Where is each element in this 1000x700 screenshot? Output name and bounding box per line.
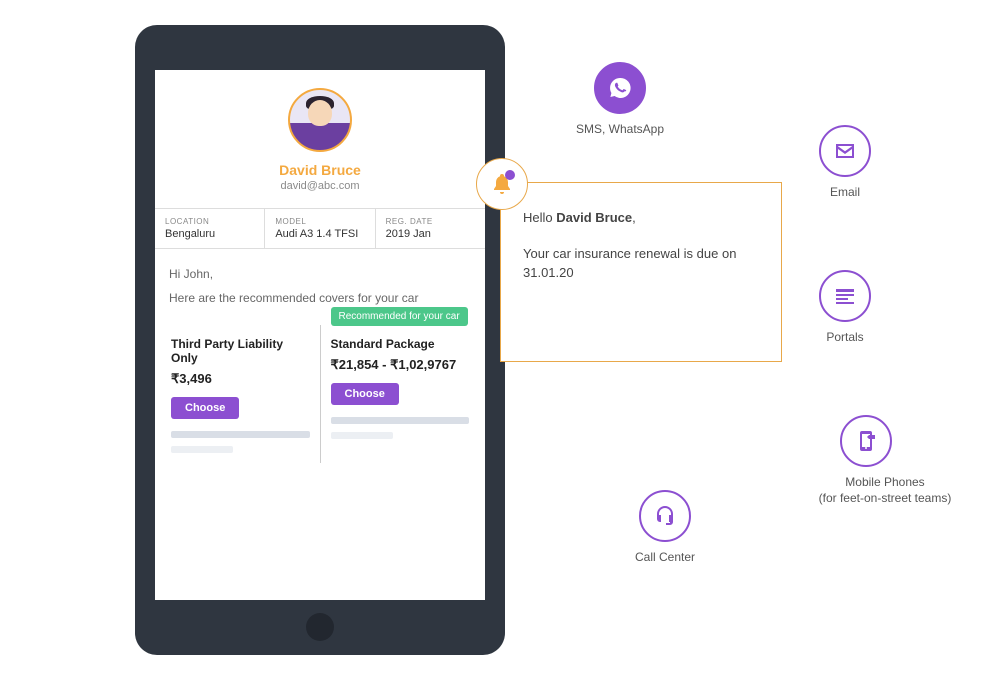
channel-sms: SMS, WhatsApp bbox=[560, 62, 680, 138]
message-greeting: Hi John, bbox=[169, 267, 471, 281]
info-cell-model: MODEL Audi A3 1.4 TFSI bbox=[265, 209, 375, 248]
whatsapp-icon bbox=[594, 62, 646, 114]
channel-label: Mobile Phones (for feet-on-street teams) bbox=[790, 475, 980, 506]
profile-name: David Bruce bbox=[155, 162, 485, 178]
package-price: ₹21,854 - ₹1,02,9767 bbox=[331, 357, 470, 373]
channel-mobile: Mobile Phones (for feet-on-street teams) bbox=[790, 415, 980, 506]
notification-body: Your car insurance renewal is due on 31.… bbox=[523, 246, 736, 279]
channel-label: Portals bbox=[805, 330, 885, 346]
notification-bell[interactable] bbox=[476, 158, 528, 210]
regdate-value: 2019 Jan bbox=[386, 228, 475, 240]
choose-button[interactable]: Choose bbox=[331, 383, 399, 405]
package-badge: Recommended for your car bbox=[331, 307, 468, 326]
placeholder-line bbox=[171, 431, 310, 438]
tablet-frame: David Bruce david@abc.com LOCATION Benga… bbox=[135, 25, 505, 655]
home-button[interactable] bbox=[306, 613, 334, 641]
packages-row: Third Party Liability Only ₹3,496 Choose… bbox=[155, 325, 485, 463]
package-card: Third Party Liability Only ₹3,496 Choose bbox=[161, 325, 320, 463]
notification-popup: Hello David Bruce, Your car insurance re… bbox=[500, 182, 782, 362]
choose-button[interactable]: Choose bbox=[171, 397, 239, 419]
message-body: Here are the recommended covers for your… bbox=[169, 291, 471, 305]
notification-name: David Bruce bbox=[556, 210, 632, 225]
notification-hello: Hello bbox=[523, 210, 556, 225]
profile-email: david@abc.com bbox=[155, 180, 485, 192]
package-title: Third Party Liability Only bbox=[171, 337, 310, 365]
info-cell-regdate: REG. DATE 2019 Jan bbox=[376, 209, 485, 248]
notification-dot-icon bbox=[505, 170, 515, 180]
notification-comma: , bbox=[632, 210, 636, 225]
channel-portals: Portals bbox=[805, 270, 885, 346]
placeholder-line bbox=[171, 446, 233, 453]
model-label: MODEL bbox=[275, 217, 364, 226]
package-card: Recommended for your car Standard Packag… bbox=[320, 325, 480, 463]
channel-call-center: Call Center bbox=[605, 490, 725, 566]
location-label: LOCATION bbox=[165, 217, 254, 226]
channel-label: SMS, WhatsApp bbox=[560, 122, 680, 138]
model-value: Audi A3 1.4 TFSI bbox=[275, 228, 364, 240]
package-price: ₹3,496 bbox=[171, 371, 310, 387]
email-icon bbox=[819, 125, 871, 177]
placeholder-line bbox=[331, 417, 470, 424]
channel-label: Email bbox=[805, 185, 885, 201]
headset-icon bbox=[639, 490, 691, 542]
placeholder-line bbox=[331, 432, 393, 439]
location-value: Bengaluru bbox=[165, 228, 254, 240]
mobile-icon bbox=[840, 415, 892, 467]
info-cell-location: LOCATION Bengaluru bbox=[155, 209, 265, 248]
notification-text: Hello David Bruce, Your car insurance re… bbox=[523, 209, 759, 282]
info-row: LOCATION Bengaluru MODEL Audi A3 1.4 TFS… bbox=[155, 208, 485, 249]
channel-email: Email bbox=[805, 125, 885, 201]
channel-label: Call Center bbox=[605, 550, 725, 566]
tablet-screen: David Bruce david@abc.com LOCATION Benga… bbox=[155, 70, 485, 600]
portal-icon bbox=[819, 270, 871, 322]
regdate-label: REG. DATE bbox=[386, 217, 475, 226]
package-title: Standard Package bbox=[331, 337, 470, 351]
avatar bbox=[288, 88, 352, 152]
profile-section: David Bruce david@abc.com bbox=[155, 70, 485, 192]
